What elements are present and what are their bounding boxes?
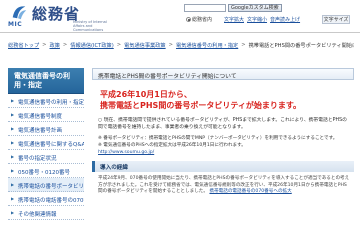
breadcrumb: 総務省トップ > 政策 > 情報通信(ICT政策) > 電気通信事業政策 > 電…	[8, 42, 354, 52]
text-size-control[interactable]: 文字サイズ	[322, 15, 350, 24]
breadcrumb-separator: >	[241, 42, 246, 48]
breadcrumb-current: 携帯電話とPHS間の番号ポータビリティ開始について	[248, 43, 354, 49]
page-title: 携帯電話とPHS間の番号ポータビリティ開始について	[92, 68, 354, 80]
sidebar-item[interactable]: 電気通信番号に関するQ&A	[8, 136, 84, 150]
main-content: 携帯電話とPHS間の番号ポータビリティ開始について 平成26年10月1日から、 …	[92, 68, 354, 240]
breadcrumb-link[interactable]: 電気通信番号の利用・指定	[176, 42, 238, 52]
search-scope-option[interactable]: 総務省内	[186, 16, 212, 23]
breadcrumb-separator: >	[42, 42, 47, 48]
breadcrumb-separator: >	[116, 42, 122, 48]
sidebar-item[interactable]: 電気通信番号の利用・指定	[8, 94, 84, 108]
sidebar-nav: 電気通信番号の利用・指定 電気通信番号の利用・指定 電気通信番号制度 電気通信番…	[8, 68, 84, 240]
headline-line: 平成26年10月1日から、	[100, 90, 192, 99]
breadcrumb-separator: >	[62, 42, 68, 48]
announcement-headline: 平成26年10月1日から、 携帯電話とPHS間の番号ポータビリティが始まります。	[100, 89, 354, 111]
sidebar-item[interactable]: 050番号・0120番号	[8, 164, 84, 178]
util-link[interactable]: 文字拡大	[224, 16, 244, 23]
breadcrumb-link[interactable]: 総務省トップ	[8, 42, 39, 52]
sidebar-item[interactable]: 携帯電話の電話番号の070番号への拡大	[8, 192, 84, 206]
radio-selected-icon[interactable]	[186, 17, 191, 22]
sidebar-item[interactable]: 電気通信番号制度	[8, 108, 84, 122]
sidebar-item-active[interactable]: 携帯電話の番号ポータビリティ	[8, 178, 84, 192]
search-input[interactable]	[184, 4, 226, 12]
logo-abbreviation: MIC	[8, 21, 23, 28]
ministry-logo-icon[interactable]	[10, 3, 28, 21]
util-link[interactable]: 音声読み上げ	[270, 16, 300, 23]
logo-english-name: Ministry of Internal Affairs and Communi…	[73, 20, 107, 32]
site-header: MIC 総務省 Ministry of Internal Affairs and…	[0, 0, 360, 33]
sidebar-item[interactable]: 番号の指定状況	[8, 150, 84, 164]
breadcrumb-separator: >	[168, 42, 173, 48]
sidebar-item[interactable]: その他関連情報	[8, 206, 84, 220]
headline-line: 携帯電話とPHS間の番号ポータビリティが始まります。	[100, 101, 302, 110]
background-paragraph: 平成24年9月、070番号の使用開始に当たり、携帯電話とPHSの番号ポータビリテ…	[98, 176, 350, 197]
search-button[interactable]: Googleカスタム検索	[228, 4, 282, 12]
breadcrumb-link[interactable]: 政策	[50, 42, 60, 52]
note-text: ※ 電気通信番号のPHSへの指定拡大は平成26年10月1日に行われます。	[98, 142, 246, 148]
util-link[interactable]: 文字縮小	[247, 16, 267, 23]
utility-links: 文字拡大 文字縮小 音声読み上げ	[224, 16, 300, 23]
note-link[interactable]: http://www.soumu.go.jp/	[98, 149, 350, 156]
notes: ※ 番号ポータビリティ：携帯電話とPHSの間でMNP（ナンバーポータビリティ）を…	[98, 135, 350, 156]
search-scope: 総務省内	[186, 16, 212, 23]
site-search: Googleカスタム検索	[184, 4, 282, 12]
breadcrumb-link[interactable]: 電気通信事業政策	[124, 42, 166, 52]
note-text: ※ 番号ポータビリティ：携帯電話とPHSの間でMNP（ナンバーポータビリティ）を…	[98, 135, 338, 141]
sidebar-heading[interactable]: 電気通信番号の利用・指定	[8, 68, 84, 94]
sidebar-item[interactable]: 電気通信番号計画	[8, 122, 84, 136]
intro-paragraph: ○ 現在、携帯電話間で提供されている番号ポータビリティが、PHSまで拡大します。…	[98, 118, 347, 131]
breadcrumb-link[interactable]: 情報通信(ICT政策)	[70, 42, 114, 52]
background-link[interactable]: 携帯電話の電話番号の070番号への拡大	[209, 189, 291, 194]
section-heading: 導入の経緯	[92, 160, 354, 172]
